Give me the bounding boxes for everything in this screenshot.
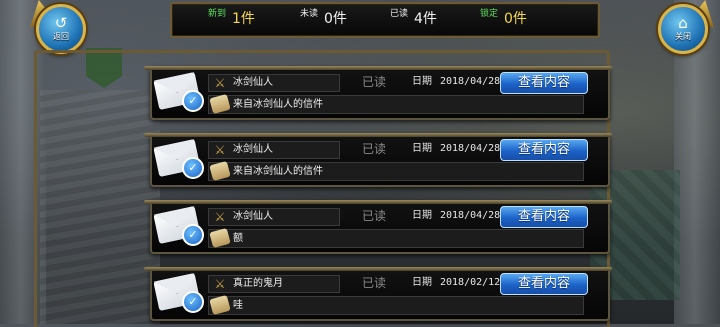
subject-field: 来自冰剑仙人的信件 [208,160,584,182]
read-status: 已读 [362,209,387,223]
mail-row-trim [144,133,612,137]
mail-row[interactable]: ✓ ⚔ 冰剑仙人 已读 日期 2018/04/28 查看内容 来自冰剑仙人的信件 [144,121,612,187]
read-status: 已读 [362,142,387,156]
sender-name: 冰剑仙人 [233,211,273,222]
scroll-icon [209,227,231,249]
envelope-icon: ✓ [153,205,204,246]
close-button-label: 关闭 [675,32,691,41]
close-button[interactable]: ⌂ 关闭 [658,4,708,54]
sender-name: 冰剑仙人 [233,77,273,88]
sender-field: ⚔ 冰剑仙人 [208,141,340,159]
date-label: 日期 [412,76,432,87]
mail-row-trim [144,267,612,271]
mail-date: 2018/04/28 [440,76,501,87]
read-check-icon: ✓ [182,224,204,246]
mail-subject: 来自冰剑仙人的信件 [233,166,323,177]
mail-row[interactable]: ✓ ⚔ 冰剑仙人 已读 日期 2018/04/28 查看内容 来自冰剑仙人的信件 [144,54,612,120]
mail-row-trim [144,66,612,70]
back-button[interactable]: ↺ 返回 [36,4,86,54]
mail-status-bar: 新到 1件 未读 0件 已读 4件 锁定 0件 [170,2,600,38]
mail-date: 2018/02/12 [440,277,501,288]
view-content-button[interactable]: 查看内容 [500,72,588,94]
subject-field: 来自冰剑仙人的信件 [208,93,584,115]
back-button-label: 返回 [53,32,69,41]
crossed-swords-icon: ⚔ [214,277,226,291]
new-mail-stat: 新到 1件 [208,8,255,28]
mail-row-trim [144,200,612,204]
date-label: 日期 [412,277,432,288]
mail-date: 2018/04/28 [440,143,501,154]
unread-mail-stat: 未读 0件 [300,8,347,28]
crossed-swords-icon: ⚔ [214,76,226,90]
subject-field: 哇 [208,294,584,316]
mail-subject: 哇 [233,300,243,311]
view-content-button[interactable]: 查看内容 [500,273,588,295]
view-content-button[interactable]: 查看内容 [500,206,588,228]
sender-field: ⚔ 冰剑仙人 [208,74,340,92]
envelope-icon: ✓ [153,272,204,313]
mail-date: 2018/04/28 [440,210,501,221]
mail-subject: 额 [233,233,243,244]
read-status: 已读 [362,276,387,290]
new-mail-count: 1件 [232,11,255,27]
unread-mail-label: 未读 [300,8,319,19]
locked-mail-count: 0件 [504,11,527,27]
home-icon: ⌂ [678,14,688,32]
crossed-swords-icon: ⚔ [214,210,226,224]
read-mail-label: 已读 [390,8,409,19]
subject-field: 额 [208,227,584,249]
mail-row[interactable]: ✓ ⚔ 冰剑仙人 已读 日期 2018/04/28 查看内容 额 [144,188,612,254]
read-check-icon: ✓ [182,291,204,313]
back-arrow-icon: ↺ [54,14,68,32]
date-label: 日期 [412,210,432,221]
read-mail-stat: 已读 4件 [390,8,437,28]
scroll-icon [209,160,231,182]
read-status: 已读 [362,75,387,89]
scroll-icon [209,93,231,115]
scroll-icon [209,294,231,316]
new-mail-label: 新到 [208,8,227,19]
date-label: 日期 [412,143,432,154]
sender-field: ⚔ 真正的鬼月 [208,275,340,293]
view-content-button[interactable]: 查看内容 [500,139,588,161]
read-check-icon: ✓ [182,90,204,112]
read-check-icon: ✓ [182,157,204,179]
envelope-icon: ✓ [153,138,204,179]
sender-field: ⚔ 冰剑仙人 [208,208,340,226]
locked-mail-stat: 锁定 0件 [480,8,527,28]
sender-name: 冰剑仙人 [233,144,273,155]
mail-subject: 来自冰剑仙人的信件 [233,99,323,110]
crossed-swords-icon: ⚔ [214,143,226,157]
envelope-icon: ✓ [153,71,204,112]
sender-name: 真正的鬼月 [233,278,283,289]
mail-row[interactable]: ✓ ⚔ 真正的鬼月 已读 日期 2018/02/12 查看内容 哇 [144,255,612,321]
locked-mail-label: 锁定 [480,8,499,19]
read-mail-count: 4件 [414,11,437,27]
unread-mail-count: 0件 [324,11,347,27]
